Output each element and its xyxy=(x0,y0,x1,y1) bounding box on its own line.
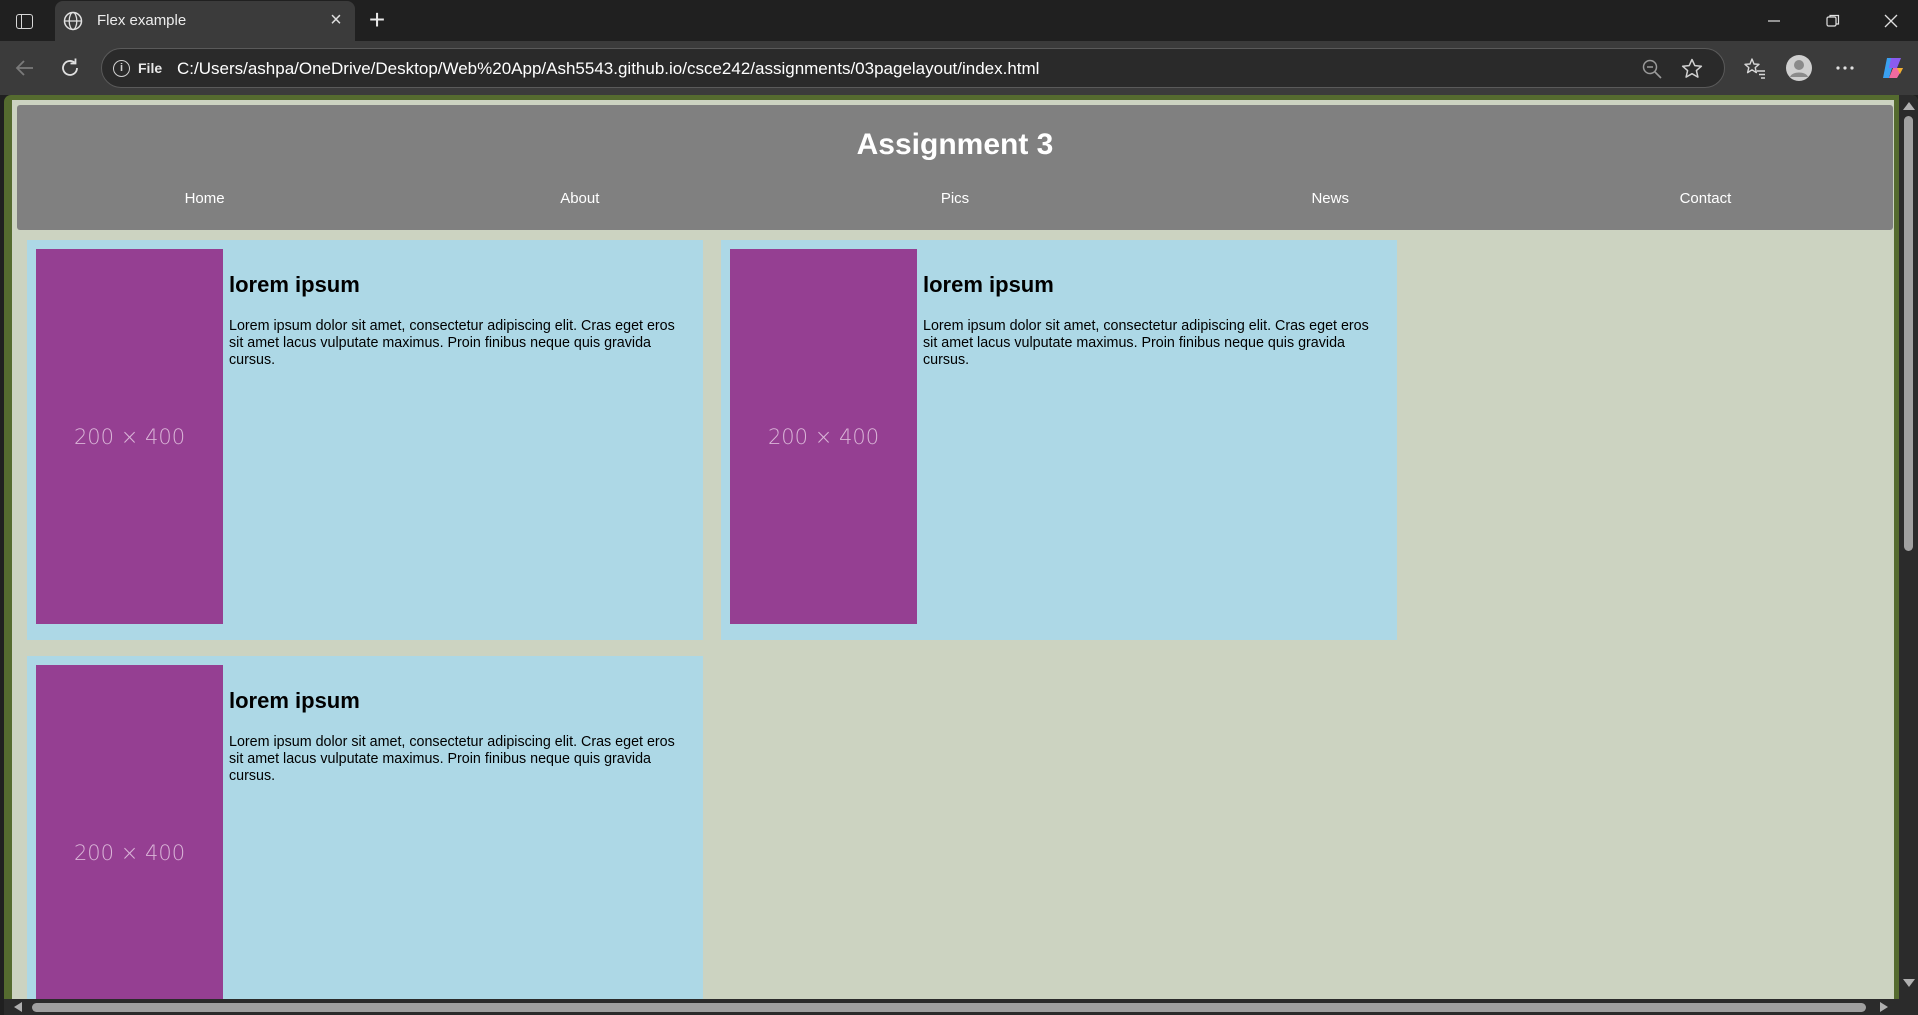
placeholder-image: 200 × 400 xyxy=(730,249,917,624)
scroll-down-icon[interactable] xyxy=(1903,979,1915,987)
zoom-out-icon[interactable] xyxy=(1641,58,1663,80)
address-protocol: File xyxy=(138,60,163,76)
site-header: Assignment 3 Home About Pics News Contac… xyxy=(17,105,1893,230)
content-card: 200 × 400 lorem ipsum Lorem ipsum dolor … xyxy=(721,240,1397,640)
horizontal-scrollbar[interactable] xyxy=(4,999,1918,1015)
globe-icon xyxy=(63,11,83,31)
nav-link-news[interactable]: News xyxy=(1143,190,1518,207)
vertical-scroll-thumb[interactable] xyxy=(1904,116,1913,551)
nav-link-about[interactable]: About xyxy=(392,190,767,207)
nav-link-home[interactable]: Home xyxy=(17,190,392,207)
content-card: 200 × 400 lorem ipsum Lorem ipsum dolor … xyxy=(27,240,703,640)
profile-avatar-icon[interactable] xyxy=(1784,53,1814,83)
site-info-icon[interactable]: i xyxy=(113,60,130,77)
toolbar: i File C:/Users/ashpa/OneDrive/Desktop/W… xyxy=(0,41,1918,95)
page-body: Assignment 3 Home About Pics News Contac… xyxy=(12,100,1894,1000)
page-viewport: Assignment 3 Home About Pics News Contac… xyxy=(4,95,1918,1015)
close-tab-icon[interactable]: × xyxy=(326,10,346,30)
close-window-icon[interactable] xyxy=(1869,8,1913,34)
card-heading: lorem ipsum xyxy=(229,272,360,297)
placeholder-image: 200 × 400 xyxy=(36,249,223,624)
card-heading: lorem ipsum xyxy=(229,688,360,713)
address-bar[interactable]: i File C:/Users/ashpa/OneDrive/Desktop/W… xyxy=(101,48,1725,88)
address-url[interactable]: C:/Users/ashpa/OneDrive/Desktop/Web%20Ap… xyxy=(177,59,1039,79)
restore-icon[interactable] xyxy=(1811,8,1855,34)
scroll-up-icon[interactable] xyxy=(1903,102,1915,110)
nav-link-pics[interactable]: Pics xyxy=(767,190,1142,207)
favorite-star-icon[interactable] xyxy=(1680,57,1704,81)
favorites-icon[interactable] xyxy=(1740,53,1770,83)
scroll-left-icon[interactable] xyxy=(14,1002,22,1012)
refresh-icon[interactable] xyxy=(55,53,85,83)
card-text: Lorem ipsum dolor sit amet, consectetur … xyxy=(229,734,675,784)
back-icon[interactable] xyxy=(10,53,40,83)
horizontal-scroll-thumb[interactable] xyxy=(32,1003,1866,1012)
main-nav: Home About Pics News Contact xyxy=(17,190,1893,207)
tab-active[interactable]: Flex example × xyxy=(55,1,355,41)
new-tab-button[interactable]: + xyxy=(363,6,391,35)
minimize-icon[interactable] xyxy=(1752,8,1796,34)
more-options-icon[interactable] xyxy=(1830,53,1860,83)
copilot-icon[interactable] xyxy=(1878,53,1908,83)
content-card: 200 × 400 lorem ipsum Lorem ipsum dolor … xyxy=(27,656,703,1000)
vertical-scrollbar[interactable] xyxy=(1899,95,1918,1000)
placeholder-image: 200 × 400 xyxy=(36,665,223,1000)
card-heading: lorem ipsum xyxy=(923,272,1054,297)
scroll-right-icon[interactable] xyxy=(1880,1002,1888,1012)
card-text: Lorem ipsum dolor sit amet, consectetur … xyxy=(923,318,1369,368)
card-text: Lorem ipsum dolor sit amet, consectetur … xyxy=(229,318,675,368)
nav-link-contact[interactable]: Contact xyxy=(1518,190,1893,207)
tab-title: Flex example xyxy=(97,12,187,29)
tab-actions-icon[interactable] xyxy=(12,10,36,32)
page-title: Assignment 3 xyxy=(856,128,1054,161)
tab-bar: Flex example × + xyxy=(0,0,1918,41)
